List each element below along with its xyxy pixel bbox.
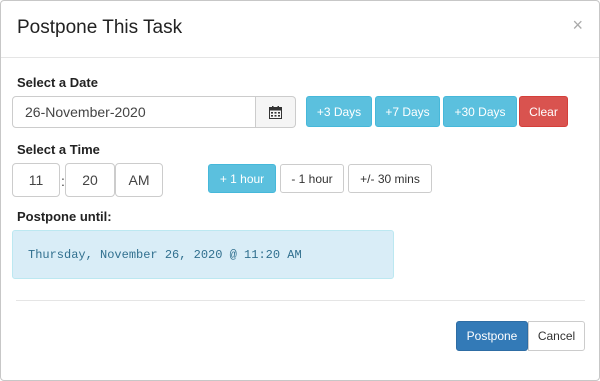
calendar-button[interactable] xyxy=(256,96,296,128)
plus-30-days-button[interactable]: +30 Days xyxy=(443,96,517,127)
plus-3-days-button[interactable]: +3 Days xyxy=(306,96,372,127)
plus-hour-button[interactable]: + 1 hour xyxy=(208,164,276,193)
select-date-label: Select a Date xyxy=(17,75,98,90)
postpone-button[interactable]: Postpone xyxy=(456,321,528,351)
date-field[interactable]: 26-November-2020 xyxy=(12,96,256,128)
half-hour-button[interactable]: +/- 30 mins xyxy=(348,164,432,193)
postpone-until-label: Postpone until: xyxy=(17,209,112,224)
hour-field[interactable]: 11 xyxy=(12,163,60,197)
dialog-title: Postpone This Task xyxy=(17,17,183,38)
clear-date-button[interactable]: Clear xyxy=(519,96,568,127)
footer-divider xyxy=(16,300,585,301)
dialog-header: Postpone This Task × xyxy=(1,1,599,58)
minute-field[interactable]: 20 xyxy=(65,163,115,197)
calendar-icon xyxy=(269,105,282,119)
postpone-dialog: Postpone This Task × Select a Date 26-No… xyxy=(0,0,600,381)
postpone-until-value: Thursday, November 26, 2020 @ 11:20 AM xyxy=(12,230,394,279)
minus-hour-button[interactable]: - 1 hour xyxy=(280,164,344,193)
select-time-label: Select a Time xyxy=(17,142,100,157)
plus-7-days-button[interactable]: +7 Days xyxy=(375,96,440,127)
close-icon[interactable]: × xyxy=(572,15,583,36)
ampm-toggle[interactable]: AM xyxy=(115,163,163,197)
cancel-button[interactable]: Cancel xyxy=(528,321,585,351)
